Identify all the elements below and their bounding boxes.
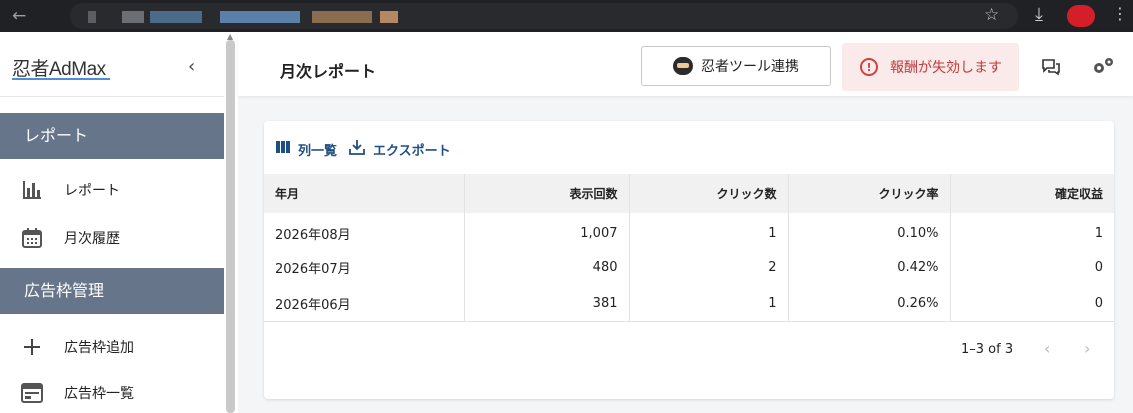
back-arrow-icon[interactable]: ← [12, 6, 26, 26]
cell-impressions: 381 [464, 285, 630, 321]
blurred-url-segment [150, 11, 202, 23]
export-label: エクスポート [373, 143, 451, 159]
bar-chart-icon [0, 178, 64, 202]
table-header-row: 年月 表示回数 クリック数 クリック率 確定収益 [264, 174, 1114, 213]
column-header-impressions[interactable]: 表示回数 [464, 174, 630, 213]
sidebar-scrollbar[interactable] [226, 40, 235, 413]
cell-month: 2026年08月 [264, 213, 465, 249]
ninja-tools-link-button[interactable]: 忍者ツール連携 [641, 46, 831, 86]
table-row: 2026年07月 480 2 0.42% 0 [264, 249, 1114, 285]
collapse-sidebar-icon[interactable]: ‹ [188, 56, 195, 77]
bookmark-star-icon[interactable]: ☆ [984, 5, 999, 25]
browser-toolbar: ← ☆ ⤓ ⋮ [0, 0, 1133, 32]
ninja-icon [673, 57, 693, 75]
cell-ctr: 0.42% [788, 249, 951, 285]
list-window-icon [0, 383, 64, 403]
page-title: 月次レポート [280, 62, 377, 81]
plus-icon [0, 338, 64, 356]
column-header-month[interactable]: 年月 [264, 174, 465, 213]
columns-button[interactable]: 列一覧 [276, 140, 337, 159]
sidebar-item-label: 月次履歴 [64, 231, 120, 247]
reward-expiry-alert[interactable]: ! 報酬が失効します [842, 43, 1019, 91]
cell-clicks: 1 [629, 213, 789, 249]
report-card: 列一覧 エクスポート 年月 表示回数 クリック数 クリック率 確定収益 2026… [264, 121, 1114, 399]
export-icon [349, 139, 365, 159]
table-toolbar: 列一覧 エクスポート [276, 139, 451, 159]
brand-logo[interactable]: 忍者AdMax [12, 54, 110, 81]
sidebar-item-ad-slot-list[interactable]: 広告枠一覧 [0, 372, 224, 413]
pagination-label: 1–3 of 3 [961, 342, 1014, 357]
blurred-url-segment [88, 11, 96, 23]
cell-revenue: 1 [1094, 225, 1103, 241]
next-page-icon[interactable]: › [1084, 339, 1090, 358]
address-bar[interactable] [70, 3, 1018, 29]
brand-logo-text: 忍者AdMax [12, 59, 106, 80]
alert-text: 報酬が失効します [890, 60, 1002, 76]
sidebar-divider [0, 96, 224, 97]
table-footer-divider [264, 321, 1114, 322]
sidebar-item-report[interactable]: レポート [0, 169, 224, 211]
column-header-ctr[interactable]: クリック率 [788, 174, 951, 213]
ninja-button-label: 忍者ツール連携 [701, 59, 799, 75]
column-header-confirmed-revenue[interactable]: 確定収益 [950, 174, 1114, 213]
blurred-url-segment [380, 11, 398, 23]
page-header: 月次レポート 忍者ツール連携 ! 報酬が失効します [238, 32, 1133, 96]
cell-revenue: 0 [1094, 259, 1103, 275]
section-report: レポート [0, 113, 224, 159]
chat-icon[interactable] [1041, 58, 1061, 80]
sidebar: 忍者AdMax ‹ レポート レポート 月次履歴 広告枠管理 広告枠追加 広告枠… [0, 32, 238, 413]
calendar-icon [0, 227, 64, 249]
columns-icon [276, 141, 290, 157]
cell-revenue: 0 [1094, 295, 1103, 311]
blurred-url-segment [122, 11, 144, 23]
cell-clicks: 2 [629, 249, 789, 285]
cell-month: 2026年07月 [264, 249, 465, 285]
sidebar-item-label: レポート [64, 183, 120, 199]
cell-ctr: 0.26% [788, 285, 951, 321]
cell-impressions: 480 [464, 249, 630, 285]
section-ad-slot-management: 広告枠管理 [0, 268, 224, 314]
alert-circle-icon: ! [860, 58, 878, 76]
blurred-url-segment [220, 11, 300, 23]
columns-label: 列一覧 [298, 143, 338, 159]
kebab-menu-icon[interactable]: ⋮ [1112, 4, 1128, 23]
cell-ctr: 0.10% [788, 213, 951, 249]
download-icon[interactable]: ⤓ [1035, 4, 1043, 25]
previous-page-icon[interactable]: ‹ [1044, 339, 1050, 358]
table-row: 2026年08月 1,007 1 0.10% 1 [264, 213, 1114, 249]
settings-gear-icon[interactable] [1090, 56, 1116, 80]
cell-impressions: 1,007 [464, 213, 630, 249]
sidebar-item-add-ad-slot[interactable]: 広告枠追加 [0, 326, 224, 368]
sidebar-item-label: 広告枠追加 [64, 340, 134, 356]
export-button[interactable]: エクスポート [349, 139, 451, 159]
logo-underline [12, 78, 110, 80]
profile-avatar[interactable] [1067, 5, 1095, 27]
sidebar-item-label: 広告枠一覧 [64, 386, 134, 402]
sidebar-item-monthly-history[interactable]: 月次履歴 [0, 217, 224, 259]
cell-month: 2026年06月 [264, 285, 465, 321]
monthly-report-table: 年月 表示回数 クリック数 クリック率 確定収益 2026年08月 1,007 … [264, 174, 1114, 321]
blurred-url-segment [312, 11, 372, 23]
table-row: 2026年06月 381 1 0.26% 0 [264, 285, 1114, 321]
column-header-clicks[interactable]: クリック数 [629, 174, 789, 213]
cell-clicks: 1 [629, 285, 789, 321]
